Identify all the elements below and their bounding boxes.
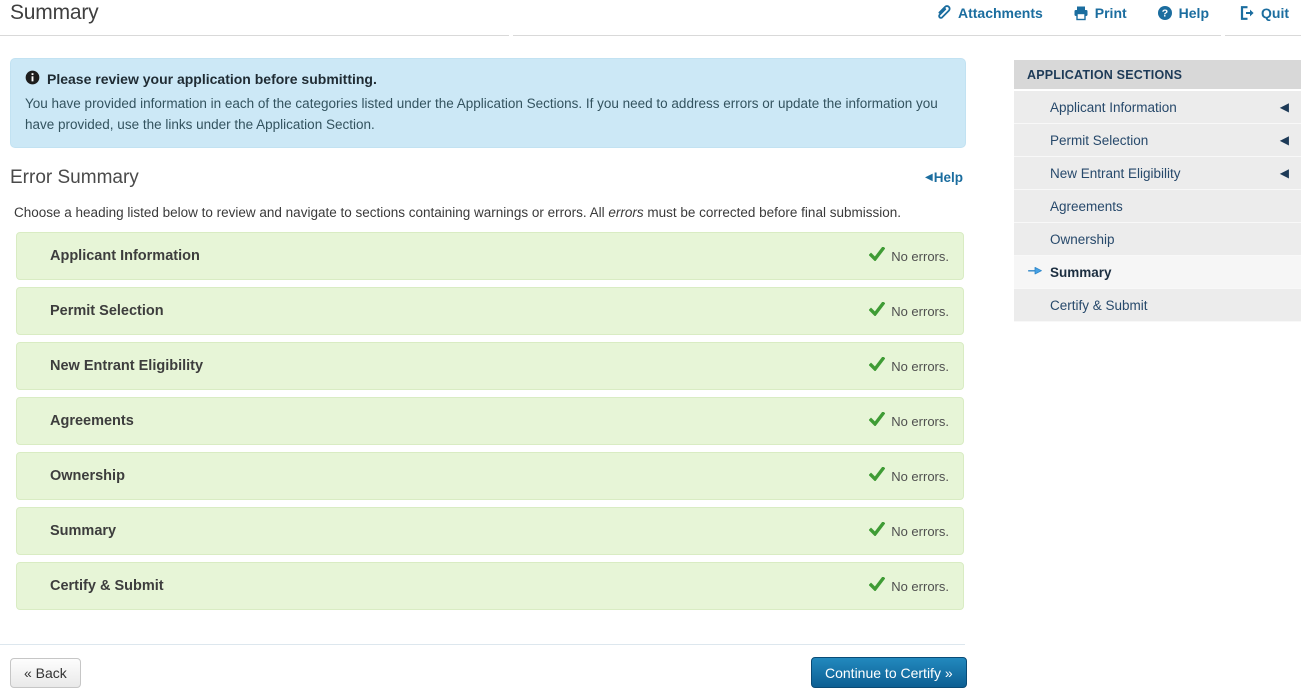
sidebar-item-label: New Entrant Eligibility bbox=[1050, 165, 1181, 181]
error-row-applicant-information[interactable]: Applicant Information No errors. bbox=[16, 232, 964, 280]
print-link[interactable]: Print bbox=[1073, 5, 1127, 21]
attachments-label: Attachments bbox=[957, 4, 1043, 21]
error-row-status: No errors. bbox=[868, 575, 949, 596]
instruction-italic: errors bbox=[608, 205, 644, 220]
paperclip-icon bbox=[935, 4, 952, 21]
check-icon bbox=[868, 245, 886, 266]
error-row-certify-submit[interactable]: Certify & Submit No errors. bbox=[16, 562, 964, 610]
info-alert-title-text: Please review your application before su… bbox=[47, 71, 377, 87]
question-circle-icon: ? bbox=[1157, 5, 1173, 21]
error-row-status: No errors. bbox=[868, 520, 949, 541]
print-label: Print bbox=[1094, 4, 1127, 21]
current-section-arrow-icon bbox=[1027, 264, 1043, 280]
sidebar-item-summary[interactable]: Summary bbox=[1014, 256, 1301, 289]
check-icon bbox=[868, 520, 886, 541]
error-row-status: No errors. bbox=[868, 300, 949, 321]
header-divider bbox=[1225, 35, 1301, 36]
error-row-status-text: No errors. bbox=[891, 358, 949, 374]
sidebar-heading: APPLICATION SECTIONS bbox=[1014, 60, 1301, 89]
info-alert-body: You have provided information in each of… bbox=[25, 96, 938, 132]
attachments-link[interactable]: Attachments bbox=[935, 4, 1043, 21]
quit-link[interactable]: Quit bbox=[1239, 5, 1289, 21]
check-icon bbox=[868, 300, 886, 321]
continue-to-certify-button[interactable]: Continue to Certify » bbox=[811, 657, 967, 688]
footer-divider bbox=[0, 644, 965, 645]
check-icon bbox=[868, 465, 886, 486]
error-summary-instruction: Choose a heading listed below to review … bbox=[14, 205, 901, 220]
error-row-label: Ownership bbox=[50, 468, 125, 484]
error-row-status: No errors. bbox=[868, 410, 949, 431]
sidebar-item-label: Agreements bbox=[1050, 198, 1123, 214]
error-row-label: Certify & Submit bbox=[50, 578, 164, 594]
error-row-status: No errors. bbox=[868, 245, 949, 266]
application-sections-sidebar: APPLICATION SECTIONS Applicant Informati… bbox=[1014, 60, 1301, 322]
error-row-status-text: No errors. bbox=[891, 468, 949, 484]
error-row-new-entrant-eligibility[interactable]: New Entrant Eligibility No errors. bbox=[16, 342, 964, 390]
sidebar-item-new-entrant-eligibility[interactable]: New Entrant Eligibility ◀ bbox=[1014, 157, 1301, 190]
sidebar-item-label: Applicant Information bbox=[1050, 99, 1177, 115]
sidebar-item-ownership[interactable]: Ownership bbox=[1014, 223, 1301, 256]
sidebar-item-label: Permit Selection bbox=[1050, 132, 1149, 148]
error-row-status: No errors. bbox=[868, 355, 949, 376]
sidebar-item-certify-submit[interactable]: Certify & Submit bbox=[1014, 289, 1301, 322]
instruction-suffix: must be corrected before final submissio… bbox=[643, 205, 901, 220]
error-row-label: New Entrant Eligibility bbox=[50, 358, 204, 374]
printer-icon bbox=[1073, 5, 1089, 21]
header-divider bbox=[513, 35, 1221, 36]
sign-out-icon bbox=[1239, 5, 1255, 21]
sidebar-item-permit-selection[interactable]: Permit Selection ◀ bbox=[1014, 124, 1301, 157]
back-button[interactable]: « Back bbox=[10, 658, 81, 688]
help-top-label: Help bbox=[1178, 4, 1209, 21]
sidebar-item-label: Certify & Submit bbox=[1050, 297, 1148, 313]
page-title: Summary bbox=[10, 1, 99, 24]
check-icon bbox=[868, 575, 886, 596]
check-icon bbox=[868, 410, 886, 431]
error-row-status-text: No errors. bbox=[891, 303, 949, 319]
collapse-triangle-icon[interactable]: ◀ bbox=[1280, 100, 1289, 114]
check-icon bbox=[868, 355, 886, 376]
sidebar-item-label: Summary bbox=[1050, 264, 1112, 280]
error-summary-heading: Error Summary bbox=[10, 167, 139, 188]
error-row-status-text: No errors. bbox=[891, 248, 949, 264]
quit-label: Quit bbox=[1261, 4, 1289, 21]
error-row-label: Agreements bbox=[50, 413, 134, 429]
svg-text:?: ? bbox=[1161, 7, 1167, 19]
error-row-permit-selection[interactable]: Permit Selection No errors. bbox=[16, 287, 964, 335]
error-row-label: Summary bbox=[50, 523, 117, 539]
info-alert-title: Please review your application before su… bbox=[25, 70, 951, 88]
error-row-status-text: No errors. bbox=[891, 578, 949, 594]
error-row-summary[interactable]: Summary No errors. bbox=[16, 507, 964, 555]
error-row-status-text: No errors. bbox=[891, 523, 949, 539]
error-row-label: Permit Selection bbox=[50, 303, 164, 319]
sidebar-item-label: Ownership bbox=[1050, 231, 1115, 247]
triangle-left-icon: ◀ bbox=[925, 171, 933, 183]
error-row-ownership[interactable]: Ownership No errors. bbox=[16, 452, 964, 500]
help-link-section[interactable]: ◀ Help bbox=[925, 170, 963, 185]
collapse-triangle-icon[interactable]: ◀ bbox=[1280, 133, 1289, 147]
error-row-label: Applicant Information bbox=[50, 248, 200, 264]
error-row-status-text: No errors. bbox=[891, 413, 949, 429]
info-alert: Please review your application before su… bbox=[10, 58, 966, 148]
header-divider bbox=[0, 35, 509, 36]
info-circle-icon bbox=[25, 70, 40, 88]
sidebar-item-applicant-information[interactable]: Applicant Information ◀ bbox=[1014, 91, 1301, 124]
instruction-prefix: Choose a heading listed below to review … bbox=[14, 205, 609, 220]
help-section-label: Help bbox=[933, 170, 963, 185]
sidebar-item-agreements[interactable]: Agreements bbox=[1014, 190, 1301, 223]
error-row-status: No errors. bbox=[868, 465, 949, 486]
collapse-triangle-icon[interactable]: ◀ bbox=[1280, 166, 1289, 180]
toolbar: Attachments Print ? Help Quit bbox=[935, 4, 1289, 21]
error-row-agreements[interactable]: Agreements No errors. bbox=[16, 397, 964, 445]
help-link-top[interactable]: ? Help bbox=[1157, 5, 1209, 21]
